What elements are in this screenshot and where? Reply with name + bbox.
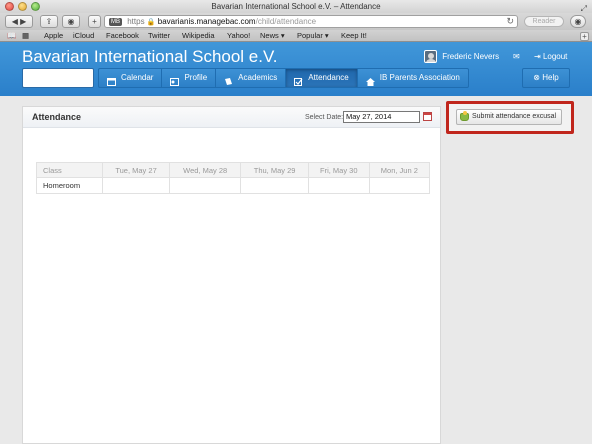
tab-attendance[interactable]: Attendance [286, 68, 358, 88]
window-title: Bavarian International School e.V. – Att… [211, 2, 381, 11]
url-path: /child/attendance [255, 17, 317, 26]
reading-list-button[interactable]: ◉ [62, 15, 80, 28]
attendance-table: Class Tue, May 27 Wed, May 28 Thu, May 2… [36, 162, 431, 194]
add-tab-icon[interactable]: + [580, 32, 589, 41]
column-header: Fri, May 30 [307, 162, 370, 178]
site-badge: MB [109, 18, 122, 26]
tab-calendar[interactable]: Calendar [98, 68, 163, 88]
table-row: Homeroom [36, 177, 431, 194]
new-tab-button[interactable]: + [88, 15, 101, 28]
minimize-window-icon[interactable] [18, 2, 27, 11]
logout-label: Logout [542, 52, 568, 61]
bookmark-item[interactable]: Twitter [148, 30, 170, 42]
help-button[interactable]: ⊗ Help [522, 68, 570, 88]
submit-label: Submit attendance excusal [472, 113, 557, 120]
bookmark-item[interactable]: Yahoo! [227, 30, 250, 42]
row-class-name: Homeroom [36, 177, 103, 194]
attendance-cell [368, 177, 431, 194]
share-button[interactable]: ⇪ [40, 15, 58, 28]
messages-icon[interactable]: ✉ [513, 50, 520, 64]
url-scheme: https [127, 17, 145, 26]
reading-list-icon: ◉ [67, 17, 75, 26]
reload-icon[interactable]: ↻ [506, 16, 514, 27]
help-icon: ⊗ [533, 73, 540, 82]
date-field[interactable]: May 27, 2014 [343, 111, 420, 123]
bookmark-item[interactable]: News ▾ [260, 30, 285, 42]
close-window-icon[interactable] [5, 2, 14, 11]
bookmark-item[interactable]: Keep It! [341, 30, 367, 42]
back-icon[interactable]: ◀ [12, 17, 18, 26]
user-name[interactable]: Frederic Nevers [442, 52, 499, 61]
help-label: Help [542, 73, 559, 82]
calendar-icon [107, 74, 116, 86]
attendance-cell [169, 177, 242, 194]
tab-academics[interactable]: Academics [216, 68, 287, 88]
bookmark-item[interactable]: Apple [44, 30, 63, 42]
attendance-cell [101, 177, 171, 194]
tab-label: Academics [238, 73, 278, 82]
lock-icon: 🔒 [146, 19, 156, 26]
tab-label: Calendar [121, 73, 154, 82]
back-forward-buttons[interactable]: ◀ ▶ [5, 15, 33, 28]
zoom-window-icon[interactable] [31, 2, 40, 11]
column-header: Class [36, 162, 103, 178]
book-icon [224, 74, 233, 85]
attendance-cell [240, 177, 309, 194]
profile-icon [170, 74, 180, 86]
select-date-label: Select Date: [305, 114, 344, 121]
attendance-cell [307, 177, 370, 194]
bookmarks-bar: 📖 ▦ Apple iCloud Facebook Twitter Wikipe… [0, 30, 592, 42]
window-titlebar: Bavarian International School e.V. – Att… [0, 0, 592, 13]
tab-profile[interactable]: Profile [162, 68, 217, 88]
forward-icon[interactable]: ▶ [20, 17, 26, 26]
share-icon: ⇪ [45, 17, 53, 26]
search-input[interactable] [22, 68, 94, 88]
tab-ib-parents-association[interactable]: IB Parents Association [357, 68, 469, 88]
tab-label: IB Parents Association [379, 73, 460, 82]
browser-toolbar: ◀ ▶ ⇪ ◉ + MB https 🔒 bavarianis.manageba… [0, 13, 592, 30]
panel-header: Attendance Select Date: May 27, 2014 [23, 107, 440, 128]
logout-icon: ⇥ [534, 52, 541, 61]
plus-icon: + [92, 17, 97, 26]
column-header: Tue, May 27 [101, 162, 171, 178]
downloads-icon: ◉ [574, 17, 582, 26]
tab-label: Profile [184, 73, 208, 82]
bookmark-item[interactable]: Popular ▾ [297, 30, 329, 42]
date-picker-icon[interactable] [423, 112, 432, 121]
column-header: Wed, May 28 [169, 162, 242, 178]
logout-link[interactable]: ⇥ Logout [534, 50, 567, 64]
reader-button[interactable]: Reader [524, 16, 564, 27]
app-header: Bavarian International School e.V. Frede… [0, 42, 592, 96]
page-title: Attendance [32, 112, 82, 122]
submit-attendance-excusal-button[interactable]: Submit attendance excusal [456, 109, 562, 125]
checkbox-icon [294, 74, 303, 86]
avatar[interactable] [424, 50, 437, 64]
downloads-button[interactable]: ◉ [570, 15, 586, 28]
bookmarks-book-icon[interactable]: 📖 [7, 30, 16, 42]
attendance-panel: Attendance Select Date: May 27, 2014 Cla… [22, 106, 441, 444]
top-sites-icon[interactable]: ▦ [22, 30, 29, 42]
user-menu: Frederic Nevers ✉ ⇥ Logout [424, 50, 567, 64]
school-name[interactable]: Bavarian International School e.V. [22, 47, 278, 67]
excusal-icon [460, 111, 469, 121]
tab-label: Attendance [308, 73, 349, 82]
home-icon [365, 74, 375, 86]
table-header-row: Class Tue, May 27 Wed, May 28 Thu, May 2… [36, 162, 431, 178]
main-nav: Calendar Profile Academics Attendance IB… [98, 68, 469, 88]
bookmark-item[interactable]: iCloud [73, 30, 94, 42]
bookmark-item[interactable]: Wikipedia [182, 30, 215, 42]
highlight-frame: Submit attendance excusal [446, 101, 574, 134]
url-domain: bavarianis.managebac.com [157, 17, 256, 26]
bookmark-item[interactable]: Facebook [106, 30, 139, 42]
column-header: Thu, May 29 [240, 162, 309, 178]
column-header: Mon, Jun 2 [368, 162, 431, 178]
address-bar[interactable]: MB https 🔒 bavarianis.managebac.com/chil… [104, 15, 518, 28]
